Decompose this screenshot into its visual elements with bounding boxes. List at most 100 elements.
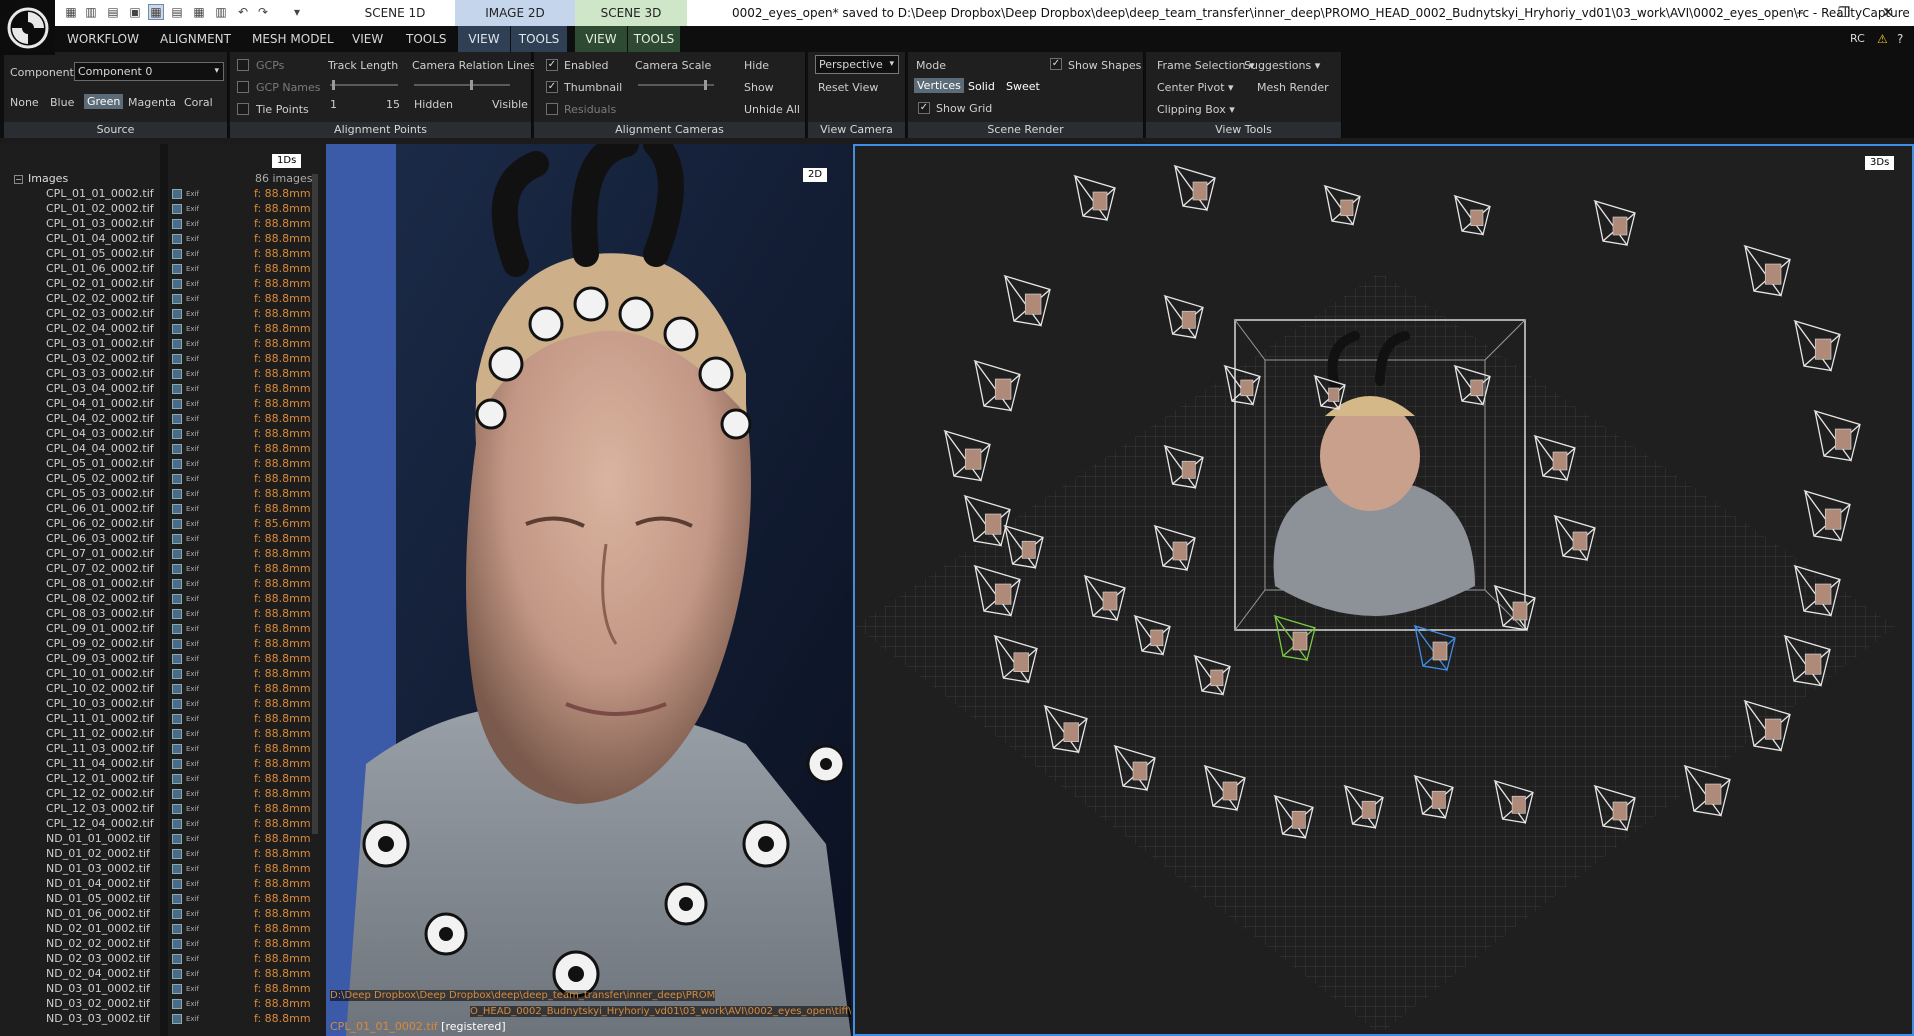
image-list-item[interactable]: CPL_05_01_0002.tif Exif f: 88.8mm [4,457,316,472]
layout-2-icon[interactable]: ▥ [84,5,98,19]
image-list-item[interactable]: CPL_02_01_0002.tif Exif f: 88.8mm [4,277,316,292]
camera-frustum[interactable] [1743,244,1791,298]
image-list-item[interactable]: CPL_08_01_0002.tif Exif f: 88.8mm [4,577,316,592]
minimize-icon[interactable]: – [1778,0,1822,26]
image-list-item[interactable]: ND_02_02_0002.tif Exif f: 88.8mm [4,937,316,952]
relation-lines-slider[interactable] [414,80,510,90]
image-list-item[interactable]: ND_01_02_0002.tif Exif f: 88.8mm [4,847,316,862]
image-list-item[interactable]: CPL_05_02_0002.tif Exif f: 88.8mm [4,472,316,487]
image-list-item[interactable]: CPL_03_02_0002.tif Exif f: 88.8mm [4,352,316,367]
layout-6-icon[interactable]: ▤ [170,5,184,19]
image-list-item[interactable]: ND_02_04_0002.tif Exif f: 88.8mm [4,967,316,982]
residuals-checkbox[interactable] [546,103,558,115]
image-list-item[interactable]: CPL_08_03_0002.tif Exif f: 88.8mm [4,607,316,622]
image-list-item[interactable]: ND_01_03_0002.tif Exif f: 88.8mm [4,862,316,877]
color-blue-button[interactable]: Blue [50,96,74,109]
menu-tools[interactable]: TOOLS [406,26,447,52]
image-list-item[interactable]: CPL_02_02_0002.tif Exif f: 88.8mm [4,292,316,307]
layout-5-icon[interactable]: ▦ [148,4,164,20]
tree-root-images[interactable]: − Images 86 images [4,172,316,187]
image-list-item[interactable]: CPL_10_02_0002.tif Exif f: 88.8mm [4,682,316,697]
image-list-item[interactable]: CPL_04_01_0002.tif Exif f: 88.8mm [4,397,316,412]
image-list-item[interactable]: CPL_12_04_0002.tif Exif f: 88.8mm [4,817,316,832]
image-list-item[interactable]: CPL_01_06_0002.tif Exif f: 88.8mm [4,262,316,277]
frame-selection-button[interactable]: Frame Selection ▾ [1157,59,1255,72]
component-select[interactable]: Component 0 ▾ [74,62,224,81]
menu-view[interactable]: VIEW [352,26,383,52]
show-grid-checkbox[interactable]: ✓ [918,102,930,114]
image-list-item[interactable]: CPL_12_02_0002.tif Exif f: 88.8mm [4,787,316,802]
image-list-item[interactable]: ND_03_02_0002.tif Exif f: 88.8mm [4,997,316,1012]
menu-image-tools[interactable]: TOOLS [511,26,567,52]
mode-vertices-button[interactable]: Vertices [914,78,964,93]
image-list-item[interactable]: CPL_01_01_0002.tif Exif f: 88.8mm [4,187,316,202]
image-list-item[interactable]: CPL_08_02_0002.tif Exif f: 88.8mm [4,592,316,607]
tab-scene-3d[interactable]: SCENE 3D [575,0,687,26]
image-list-item[interactable]: ND_01_05_0002.tif Exif f: 88.8mm [4,892,316,907]
image-list-item[interactable]: ND_03_03_0002.tif Exif f: 88.8mm [4,1012,316,1027]
image-list-item[interactable]: CPL_10_03_0002.tif Exif f: 88.8mm [4,697,316,712]
camera-frustum[interactable] [1793,319,1841,373]
color-none-button[interactable]: None [10,96,39,109]
menu-workflow[interactable]: WORKFLOW [67,26,139,52]
image-list-item[interactable]: CPL_03_04_0002.tif Exif f: 88.8mm [4,382,316,397]
help-icon[interactable]: ? [1897,26,1903,52]
image-list-item[interactable]: CPL_12_01_0002.tif Exif f: 88.8mm [4,772,316,787]
image-list-item[interactable]: CPL_03_03_0002.tif Exif f: 88.8mm [4,367,316,382]
image-list-item[interactable]: CPL_06_01_0002.tif Exif f: 88.8mm [4,502,316,517]
gcps-checkbox[interactable] [237,59,249,71]
layout-7-icon[interactable]: ▦ [192,5,206,19]
image-list-item[interactable]: CPL_02_04_0002.tif Exif f: 88.8mm [4,322,316,337]
camera-frustum[interactable] [1813,409,1861,463]
image-list-item[interactable]: CPL_07_01_0002.tif Exif f: 88.8mm [4,547,316,562]
track-length-slider[interactable] [330,80,398,90]
image-list-item[interactable]: ND_03_01_0002.tif Exif f: 88.8mm [4,982,316,997]
hide-button[interactable]: Hide [744,59,769,72]
redo-icon[interactable]: ↷ [256,5,270,19]
image-list-item[interactable]: CPL_11_03_0002.tif Exif f: 88.8mm [4,742,316,757]
undo-icon[interactable]: ↶ [236,5,250,19]
image-list-item[interactable]: CPL_10_01_0002.tif Exif f: 88.8mm [4,667,316,682]
projection-select[interactable]: Perspective ▾ [815,55,899,74]
camera-frustum[interactable] [1593,199,1636,247]
camera-frustum[interactable] [1173,164,1216,212]
image-list-item[interactable]: CPL_07_02_0002.tif Exif f: 88.8mm [4,562,316,577]
center-pivot-button[interactable]: Center Pivot ▾ [1157,81,1234,94]
clipping-box-button[interactable]: Clipping Box ▾ [1157,103,1235,116]
color-green-button[interactable]: Green [84,94,124,109]
color-magenta-button[interactable]: Magenta [128,96,176,109]
layout-8-icon[interactable]: ▥ [214,5,228,19]
menu-image-view[interactable]: VIEW [458,26,510,52]
image-list-item[interactable]: ND_01_04_0002.tif Exif f: 88.8mm [4,877,316,892]
mesh-render-button[interactable]: Mesh Render [1257,81,1329,94]
menu-scene-tools[interactable]: TOOLS [628,26,680,52]
image-list-item[interactable]: CPL_01_02_0002.tif Exif f: 88.8mm [4,202,316,217]
camera-frustum[interactable] [973,359,1021,413]
camera-frustum[interactable] [1323,184,1361,227]
camera-frustum[interactable] [1163,294,1204,340]
image-list-item[interactable]: CPL_05_03_0002.tif Exif f: 88.8mm [4,487,316,502]
image-list-item[interactable]: CPL_04_02_0002.tif Exif f: 88.8mm [4,412,316,427]
image-list-item[interactable]: CPL_11_04_0002.tif Exif f: 88.8mm [4,757,316,772]
app-logo[interactable] [0,0,55,55]
collapse-icon[interactable]: − [14,175,23,184]
gcp-names-checkbox[interactable] [237,81,249,93]
tab-scene-1d[interactable]: SCENE 1D [335,0,455,26]
image-list-item[interactable]: ND_02_03_0002.tif Exif f: 88.8mm [4,952,316,967]
quick-access-dropdown-icon[interactable]: ▾ [290,5,304,19]
camera-frustum[interactable] [1073,174,1116,222]
scene-3d-view[interactable]: 3Ds [853,144,1914,1036]
camera-frustum[interactable] [1453,194,1491,237]
image-list-item[interactable]: CPL_01_05_0002.tif Exif f: 88.8mm [4,247,316,262]
image-list-item[interactable]: CPL_06_02_0002.tif Exif f: 85.6mm [4,517,316,532]
image-list-item[interactable]: CPL_03_01_0002.tif Exif f: 88.8mm [4,337,316,352]
layout-1-icon[interactable]: ▦ [64,5,78,19]
mode-solid-button[interactable]: Solid [968,80,995,93]
image-list-item[interactable]: CPL_09_02_0002.tif Exif f: 88.8mm [4,637,316,652]
show-button[interactable]: Show [744,81,774,94]
image-list-item[interactable]: CPL_11_01_0002.tif Exif f: 88.8mm [4,712,316,727]
image-list-item[interactable]: CPL_09_03_0002.tif Exif f: 88.8mm [4,652,316,667]
layout-4-icon[interactable]: ▣ [128,5,142,19]
camera-frustum[interactable] [1003,274,1051,328]
reset-view-button[interactable]: Reset View [818,81,878,94]
